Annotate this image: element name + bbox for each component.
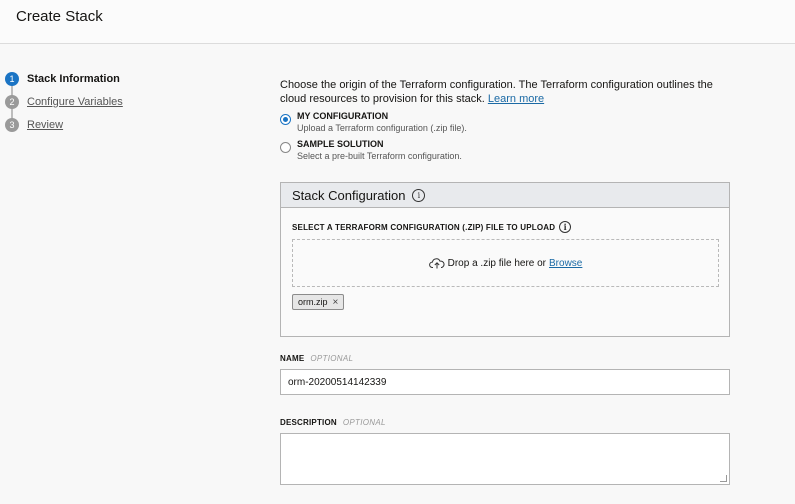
radio-title: MY CONFIGURATION (297, 111, 389, 121)
remove-file-icon[interactable]: × (333, 297, 339, 308)
panel-header: Stack Configuration i (281, 183, 729, 208)
browse-link[interactable]: Browse (549, 258, 582, 269)
step-number: 3 (5, 117, 19, 132)
step-review[interactable]: 3 Review (5, 113, 123, 136)
page-header: Create Stack (0, 0, 795, 44)
optional-hint: OPTIONAL (342, 418, 386, 427)
dropzone-text: Drop a .zip file here or (447, 257, 547, 269)
description-label: DESCRIPTION OPTIONAL (280, 418, 386, 427)
radio-button[interactable] (280, 142, 291, 153)
main-content: Choose the origin of the Terraform confi… (280, 78, 730, 485)
file-dropzone[interactable]: Drop a .zip file here or Browse (292, 239, 719, 287)
radio-description: Select a pre-built Terraform configurati… (297, 151, 462, 161)
name-label: NAME OPTIONAL (280, 354, 353, 363)
info-icon[interactable]: i (412, 188, 426, 202)
learn-more-link[interactable]: Learn more (488, 93, 544, 105)
radio-button-checked[interactable] (280, 114, 291, 125)
description-label-text: DESCRIPTION (280, 418, 337, 427)
step-label[interactable]: Review (27, 119, 63, 131)
file-name: orm.zip (298, 297, 328, 307)
cloud-upload-icon (428, 258, 445, 269)
uploaded-file-chip: orm.zip × (292, 294, 345, 310)
panel-title: Stack Configuration (292, 187, 406, 203)
name-label-text: NAME (280, 354, 305, 363)
step-number: 2 (5, 94, 19, 109)
wizard-steps: 1 Stack Information 2 Configure Variable… (5, 67, 123, 136)
page-title: Create Stack (16, 8, 103, 25)
radio-sample-solution[interactable]: SAMPLE SOLUTION Select a pre-built Terra… (280, 138, 730, 162)
optional-hint: OPTIONAL (310, 354, 354, 363)
intro-text: Choose the origin of the Terraform confi… (280, 78, 730, 106)
resize-handle-icon[interactable] (720, 475, 727, 482)
name-input[interactable]: orm-20200514142339 (280, 369, 730, 395)
stack-configuration-panel: Stack Configuration i SELECT A TERRAFORM… (280, 182, 730, 337)
radio-text: SAMPLE SOLUTION Select a pre-built Terra… (297, 138, 462, 162)
step-label: Stack Information (27, 72, 120, 85)
step-label[interactable]: Configure Variables (27, 96, 123, 108)
upload-label-text: SELECT A TERRAFORM CONFIGURATION (.ZIP) … (292, 222, 556, 232)
radio-title: SAMPLE SOLUTION (297, 139, 384, 149)
description-textarea[interactable] (280, 433, 730, 485)
step-configure-variables[interactable]: 2 Configure Variables (5, 90, 123, 113)
radio-description: Upload a Terraform configuration (.zip f… (297, 123, 467, 133)
name-input-value: orm-20200514142339 (288, 376, 387, 388)
upload-label: SELECT A TERRAFORM CONFIGURATION (.ZIP) … (292, 221, 572, 233)
step-stack-information[interactable]: 1 Stack Information (5, 67, 123, 90)
radio-text: MY CONFIGURATION Upload a Terraform conf… (297, 110, 467, 134)
step-number: 1 (5, 71, 19, 86)
radio-my-configuration[interactable]: MY CONFIGURATION Upload a Terraform conf… (280, 110, 730, 134)
info-icon[interactable]: i (559, 221, 572, 233)
